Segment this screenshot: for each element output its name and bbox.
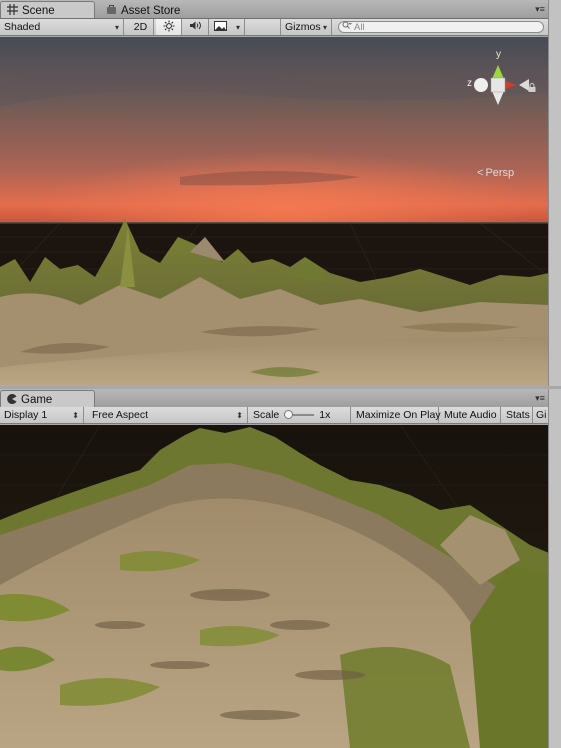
search-placeholder: All	[354, 21, 365, 33]
tab-game-label: Game	[21, 394, 53, 406]
mute-audio-label: Mute Audio	[444, 409, 497, 421]
game-viewport[interactable]	[0, 425, 549, 748]
chevron-down-icon: ▾	[114, 22, 119, 32]
scene-panel-menu-icon[interactable]: ▾≡	[534, 3, 546, 15]
projection-label: Persp	[485, 167, 515, 179]
speaker-icon	[189, 20, 202, 34]
orientation-gizmo[interactable]: y z	[463, 47, 533, 127]
game-panel-menu-icon[interactable]: ▾≡	[534, 392, 546, 404]
gizmos-dropdown[interactable]: Gizmos ▾	[280, 19, 332, 35]
perspective-chevron-icon: <	[477, 167, 484, 179]
game-gizmos-label: Gi	[536, 409, 547, 421]
projection-toggle[interactable]: < Persp	[477, 167, 514, 179]
scene-toolbar: Shaded ▾ 2D ▾ Gizmos ▾ All	[0, 19, 549, 36]
search-icon	[342, 21, 352, 33]
scale-label: Scale	[253, 409, 280, 421]
2d-mode-button[interactable]: 2D	[128, 19, 154, 35]
scene-effects-dropdown[interactable]: ▾	[210, 19, 245, 35]
mute-audio-toggle[interactable]: Mute Audio	[440, 407, 501, 423]
lock-icon[interactable]	[528, 83, 536, 95]
scale-slider[interactable]	[284, 410, 315, 420]
shading-mode-label: Shaded	[4, 21, 41, 33]
scene-search-input[interactable]: All	[338, 21, 544, 33]
pacman-game-icon	[7, 393, 17, 407]
2d-mode-label: 2D	[133, 21, 148, 33]
aspect-label: Free Aspect	[92, 409, 149, 421]
gizmos-label: Gizmos	[285, 21, 321, 33]
gizmo-z-label: z	[467, 78, 472, 89]
tab-asset-store[interactable]: Asset Store	[100, 1, 186, 18]
chevron-down-icon: ▾	[235, 22, 240, 32]
scale-slider-thumb[interactable]	[284, 410, 294, 419]
updown-arrow-icon: ⬍	[72, 410, 79, 420]
maximize-on-play-toggle[interactable]: Maximize On Play	[352, 407, 441, 423]
scene-audio-button[interactable]	[183, 19, 209, 35]
sun-icon	[163, 20, 175, 35]
tab-game[interactable]: Game	[0, 390, 95, 407]
game-tab-strip: Game ▾≡	[0, 389, 549, 408]
game-toolbar: Display 1 ⬍ Free Aspect ⬍ Scale 1x Maxim…	[0, 407, 549, 424]
maximize-on-play-label: Maximize On Play	[356, 409, 441, 421]
scene-tab-strip: Scene Asset Store ▾≡	[0, 0, 549, 19]
asset-store-bag-icon	[106, 4, 117, 18]
updown-arrow-icon: ⬍	[236, 410, 243, 420]
scale-value: 1x	[319, 409, 331, 421]
gizmo-y-label: y	[496, 49, 501, 60]
stats-toggle[interactable]: Stats	[502, 407, 533, 423]
scene-panel-edge	[548, 0, 561, 386]
game-gizmos-dropdown[interactable]: Gi	[534, 407, 549, 423]
tab-scene[interactable]: Scene	[0, 1, 95, 18]
game-terrain-render	[0, 425, 549, 748]
display-dropdown[interactable]: Display 1 ⬍	[0, 407, 84, 423]
tab-scene-label: Scene	[22, 5, 55, 17]
shading-mode-dropdown[interactable]: Shaded ▾	[0, 19, 124, 35]
image-effects-icon	[214, 20, 227, 34]
game-panel-edge	[548, 389, 561, 748]
tab-asset-store-label: Asset Store	[121, 4, 181, 17]
stats-label: Stats	[506, 409, 530, 421]
scale-control: Scale 1x	[249, 407, 351, 423]
scene-grid-icon	[7, 4, 18, 18]
aspect-dropdown[interactable]: Free Aspect ⬍	[88, 407, 248, 423]
chevron-down-icon: ▾	[322, 22, 327, 32]
scene-lighting-button[interactable]	[156, 19, 182, 35]
scene-viewport[interactable]: y z < Persp	[0, 37, 549, 386]
display-label: Display 1	[4, 409, 48, 421]
